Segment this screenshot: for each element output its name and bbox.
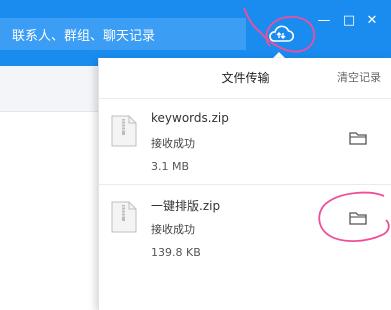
file-item: 一键排版.zip 接收成功 139.8 KB <box>99 185 391 271</box>
file-item: keywords.zip 接收成功 3.1 MB <box>99 99 391 185</box>
file-size: 3.1 MB <box>151 160 190 173</box>
minimize-icon: — <box>317 12 331 28</box>
zip-file-icon <box>111 201 137 233</box>
file-status: 接收成功 <box>151 137 195 150</box>
search-input[interactable]: 联系人、群组、聊天记录 <box>0 18 246 50</box>
maximize-button[interactable]: □ <box>341 12 357 28</box>
file-transfer-panel: 文件传输 清空记录 keywords.zip 接收成功 3.1 MB 一键排版.… <box>98 58 391 310</box>
zip-file-icon <box>111 115 137 147</box>
search-placeholder: 联系人、群组、聊天记录 <box>12 28 156 44</box>
file-transfer-button[interactable] <box>261 17 301 51</box>
file-status: 接收成功 <box>151 223 195 236</box>
file-name: 一键排版.zip <box>151 199 221 213</box>
open-folder-icon[interactable] <box>348 210 368 226</box>
close-button[interactable]: ✕ <box>364 12 380 28</box>
toolbar-strip <box>0 66 98 112</box>
open-folder-icon[interactable] <box>348 130 368 146</box>
file-name: keywords.zip <box>151 111 229 125</box>
minimize-button[interactable]: — <box>316 12 332 28</box>
file-size: 139.8 KB <box>151 246 201 259</box>
clear-records-link[interactable]: 清空记录 <box>337 69 381 85</box>
close-icon: ✕ <box>366 12 378 28</box>
maximize-icon: □ <box>342 12 356 28</box>
cloud-upload-icon <box>269 25 295 42</box>
title-bar: 联系人、群组、聊天记录 — □ ✕ <box>0 0 391 66</box>
